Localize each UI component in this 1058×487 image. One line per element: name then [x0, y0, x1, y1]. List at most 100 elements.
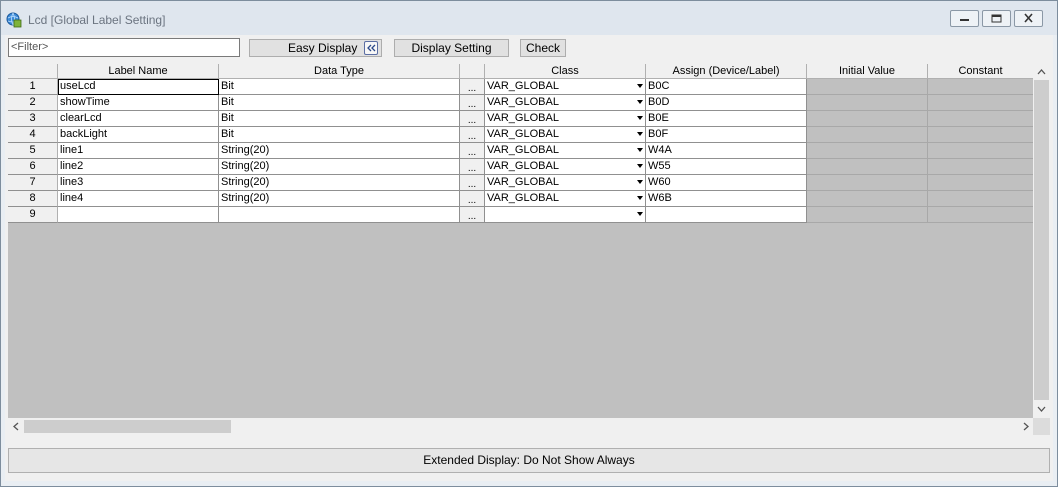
- class-select[interactable]: VAR_GLOBAL: [485, 127, 646, 143]
- browse-button[interactable]: ...: [460, 175, 485, 191]
- column-header-initial-value[interactable]: Initial Value: [807, 64, 928, 79]
- easy-display-button[interactable]: Easy Display: [249, 39, 382, 57]
- browse-button[interactable]: ...: [460, 143, 485, 159]
- browse-button[interactable]: ...: [460, 191, 485, 207]
- label-name-cell[interactable]: clearLcd: [58, 111, 219, 127]
- table-row[interactable]: 4 backLight Bit... VAR_GLOBAL B0F: [8, 127, 1034, 143]
- dropdown-arrow-icon[interactable]: [637, 132, 643, 136]
- initial-value-cell: [807, 127, 928, 143]
- class-select[interactable]: VAR_GLOBAL: [485, 111, 646, 127]
- vertical-scroll-thumb[interactable]: [1034, 80, 1049, 400]
- dropdown-arrow-icon[interactable]: [637, 100, 643, 104]
- label-name-cell[interactable]: useLcd: [58, 79, 219, 95]
- check-button[interactable]: Check: [520, 39, 566, 57]
- row-number-cell: 9: [8, 207, 58, 223]
- class-select[interactable]: VAR_GLOBAL: [485, 95, 646, 111]
- table-row[interactable]: 1 useLcd Bit... VAR_GLOBAL B0C: [8, 79, 1034, 95]
- extended-display-toggle[interactable]: Extended Display: Do Not Show Always: [8, 448, 1050, 473]
- constant-cell: [928, 111, 1034, 127]
- dropdown-arrow-icon[interactable]: [637, 84, 643, 88]
- class-select[interactable]: VAR_GLOBAL: [485, 159, 646, 175]
- data-type-cell[interactable]: [219, 207, 460, 223]
- data-type-cell[interactable]: String(20): [219, 191, 460, 207]
- column-header-assign[interactable]: Assign (Device/Label): [646, 64, 807, 79]
- class-select[interactable]: VAR_GLOBAL: [485, 175, 646, 191]
- filter-placeholder: <Filter>: [11, 41, 49, 53]
- initial-value-cell: [807, 207, 928, 223]
- label-name-cell[interactable]: line4: [58, 191, 219, 207]
- data-type-cell[interactable]: String(20): [219, 175, 460, 191]
- browse-button[interactable]: ...: [460, 159, 485, 175]
- data-type-cell[interactable]: String(20): [219, 159, 460, 175]
- assign-cell[interactable]: W60: [646, 175, 807, 191]
- label-name-cell[interactable]: line3: [58, 175, 219, 191]
- label-name-cell[interactable]: line1: [58, 143, 219, 159]
- horizontal-scroll-thumb[interactable]: [24, 420, 231, 433]
- browse-button[interactable]: ...: [460, 127, 485, 143]
- table-row[interactable]: 2 showTime Bit... VAR_GLOBAL B0D: [8, 95, 1034, 111]
- scroll-left-icon[interactable]: [9, 418, 23, 435]
- label-name-cell[interactable]: line2: [58, 159, 219, 175]
- assign-cell[interactable]: [646, 207, 807, 223]
- dropdown-arrow-icon[interactable]: [637, 116, 643, 120]
- scroll-up-icon[interactable]: [1033, 65, 1050, 79]
- class-value: VAR_GLOBAL: [487, 80, 559, 92]
- assign-cell[interactable]: W4A: [646, 143, 807, 159]
- scroll-down-icon[interactable]: [1033, 402, 1050, 416]
- class-value: VAR_GLOBAL: [487, 144, 559, 156]
- label-name-cell[interactable]: [58, 207, 219, 223]
- class-select[interactable]: VAR_GLOBAL: [485, 191, 646, 207]
- browse-button[interactable]: ...: [460, 111, 485, 127]
- table-row[interactable]: 5 line1 String(20)... VAR_GLOBAL W4A: [8, 143, 1034, 159]
- column-header-label-name[interactable]: Label Name: [58, 64, 219, 79]
- row-number-cell: 3: [8, 111, 58, 127]
- browse-button[interactable]: ...: [460, 207, 485, 223]
- data-type-cell[interactable]: Bit: [219, 79, 460, 95]
- label-name-cell[interactable]: showTime: [58, 95, 219, 111]
- class-select[interactable]: VAR_GLOBAL: [485, 143, 646, 159]
- assign-cell[interactable]: W55: [646, 159, 807, 175]
- dropdown-arrow-icon[interactable]: [637, 148, 643, 152]
- table-row[interactable]: 9...: [8, 207, 1034, 223]
- initial-value-cell: [807, 175, 928, 191]
- data-type-cell[interactable]: Bit: [219, 127, 460, 143]
- scrollbar-corner: [1033, 418, 1050, 435]
- dropdown-arrow-icon[interactable]: [637, 180, 643, 184]
- close-button[interactable]: [1014, 10, 1043, 27]
- class-select[interactable]: VAR_GLOBAL: [485, 79, 646, 95]
- column-header-class[interactable]: Class: [485, 64, 646, 79]
- assign-cell[interactable]: B0D: [646, 95, 807, 111]
- dropdown-arrow-icon[interactable]: [637, 196, 643, 200]
- assign-cell[interactable]: B0F: [646, 127, 807, 143]
- display-setting-button[interactable]: Display Setting: [394, 39, 509, 57]
- minimize-button[interactable]: [950, 10, 979, 27]
- initial-value-cell: [807, 95, 928, 111]
- dropdown-arrow-icon[interactable]: [637, 212, 643, 216]
- vertical-scrollbar[interactable]: [1033, 64, 1050, 418]
- title-bar[interactable]: Lcd [Global Label Setting]: [1, 1, 1057, 35]
- label-name-cell[interactable]: backLight: [58, 127, 219, 143]
- horizontal-scrollbar[interactable]: [8, 418, 1034, 435]
- data-type-cell[interactable]: String(20): [219, 143, 460, 159]
- table-row[interactable]: 7 line3 String(20)... VAR_GLOBAL W60: [8, 175, 1034, 191]
- collapse-toggle[interactable]: [364, 41, 378, 55]
- browse-button[interactable]: ...: [460, 95, 485, 111]
- restore-icon: [991, 14, 1002, 23]
- table-row[interactable]: 6 line2 String(20)... VAR_GLOBAL W55: [8, 159, 1034, 175]
- class-value: VAR_GLOBAL: [487, 112, 559, 124]
- filter-input[interactable]: <Filter>: [8, 38, 240, 57]
- dropdown-arrow-icon[interactable]: [637, 164, 643, 168]
- table-row[interactable]: 3 clearLcd Bit... VAR_GLOBAL B0E: [8, 111, 1034, 127]
- assign-cell[interactable]: B0C: [646, 79, 807, 95]
- assign-cell[interactable]: B0E: [646, 111, 807, 127]
- data-type-cell[interactable]: Bit: [219, 111, 460, 127]
- scroll-right-icon[interactable]: [1019, 418, 1033, 435]
- class-select[interactable]: [485, 207, 646, 223]
- table-row[interactable]: 8 line4 String(20)... VAR_GLOBAL W6B: [8, 191, 1034, 207]
- browse-button[interactable]: ...: [460, 79, 485, 95]
- data-type-cell[interactable]: Bit: [219, 95, 460, 111]
- assign-cell[interactable]: W6B: [646, 191, 807, 207]
- column-header-data-type[interactable]: Data Type: [219, 64, 460, 79]
- column-header-constant[interactable]: Constant: [928, 64, 1034, 79]
- restore-button[interactable]: [982, 10, 1011, 27]
